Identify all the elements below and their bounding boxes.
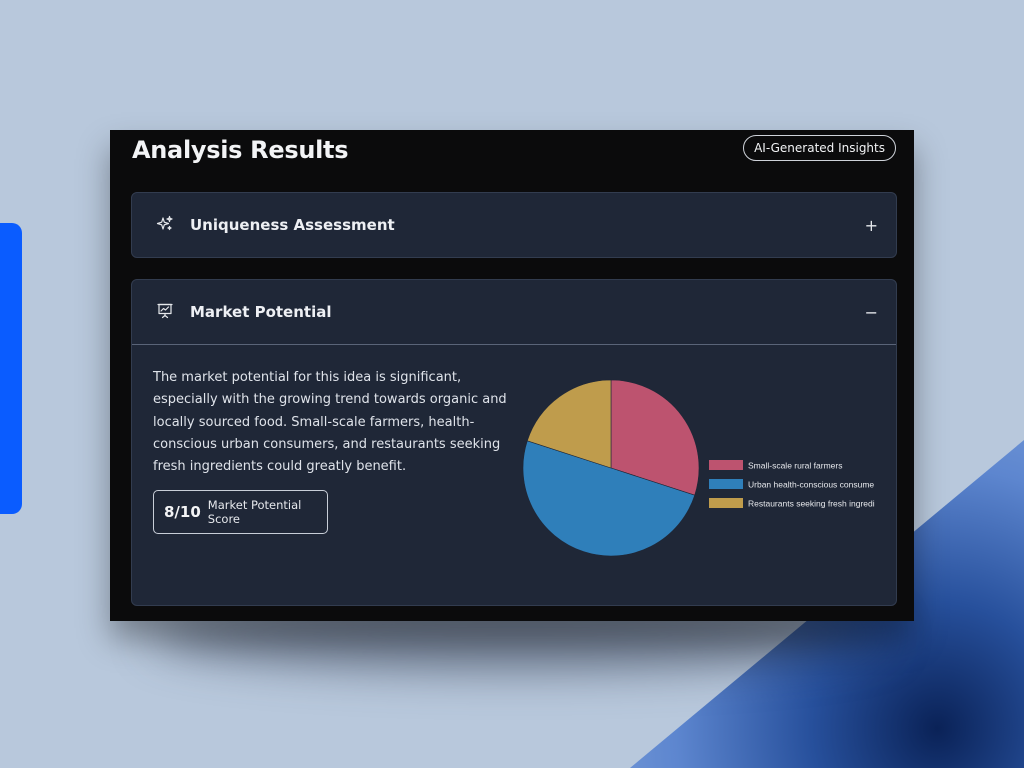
market-potential-card: Market Potential − The market potential … [131,279,897,606]
score-value: 8/10 [164,503,201,521]
legend-swatch [709,460,743,470]
legend-item: Restaurants seeking fresh ingredi [709,498,875,509]
uniqueness-assessment-title: Uniqueness Assessment [190,216,395,234]
uniqueness-assessment-card: Uniqueness Assessment + [131,192,897,258]
legend-label: Restaurants seeking fresh ingredi [748,499,875,509]
market-potential-score-box: 8/10 Market Potential Score [153,490,328,534]
page-title: Analysis Results [132,136,349,164]
ai-insights-badge[interactable]: AI-Generated Insights [743,135,896,161]
legend-item: Small-scale rural farmers [709,460,842,471]
score-label: Market Potential Score [207,498,302,526]
market-potential-description: The market potential for this idea is si… [153,370,507,475]
side-accent-bar [0,223,22,514]
legend-swatch [709,479,743,489]
legend-label: Small-scale rural farmers [748,461,842,471]
sparkles-icon [156,215,174,233]
market-potential-title: Market Potential [190,303,332,321]
presentation-chart-icon [156,302,174,320]
collapse-icon[interactable]: − [865,303,878,322]
market-pie-chart: Small-scale rural farmers Urban health-co… [522,379,875,557]
legend-label: Urban health-conscious consume [748,480,874,490]
legend-swatch [709,498,743,508]
market-potential-header[interactable]: Market Potential − [132,280,896,345]
legend-item: Urban health-conscious consume [709,479,874,490]
expand-icon[interactable]: + [865,216,878,235]
analysis-window: Analysis Results AI-Generated Insights U… [110,130,914,621]
uniqueness-assessment-header[interactable]: Uniqueness Assessment + [132,193,896,257]
